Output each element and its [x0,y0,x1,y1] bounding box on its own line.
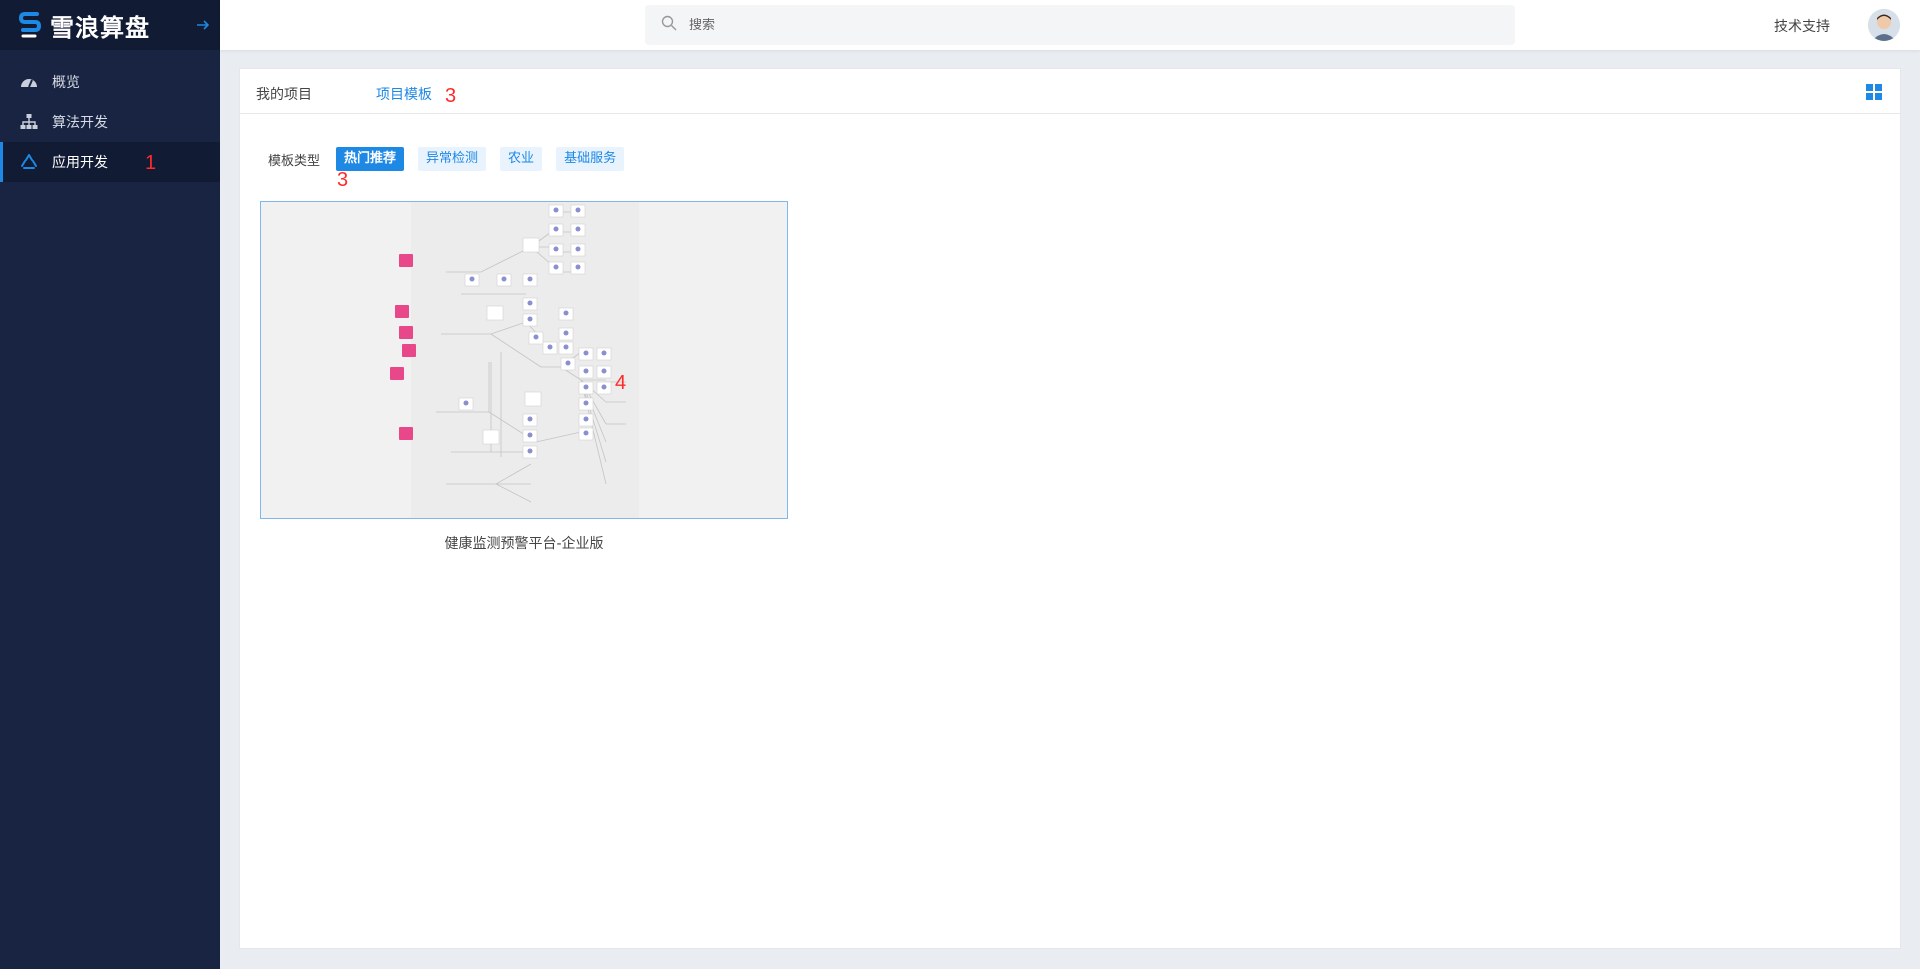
annotation-marker: 3 [445,85,457,107]
template-thumbnail[interactable]: 4 [260,201,788,519]
template-type-filters: 模板类型 热门推荐 异常检测 农业 基础服务 [268,147,638,171]
logo-text: 雪浪算盘 [50,13,150,42]
template-card[interactable]: 4 健康监测预警平台-企业版 [260,201,788,553]
tab-bar: 我的项目 项目模板 3 [240,69,1900,114]
workflow-diagram-image [390,202,639,518]
top-header: 技术支持 [220,0,1920,50]
filter-chip-anomaly[interactable]: 异常检测 [418,147,487,171]
dashboard-icon [20,73,38,91]
sidebar-item-overview[interactable]: 概览 [0,62,220,102]
search-input[interactable] [689,17,1469,33]
main-panel: 我的项目 项目模板 3 模板类型 热门推荐 异常检测 农业 基础服务 3 4 健… [239,68,1901,949]
collapse-arrow-icon[interactable] [194,16,212,34]
sidebar: 雪浪算盘 概览 算法开发 应用开发 1 [0,0,220,969]
tech-support-link[interactable]: 技术支持 [1774,16,1830,36]
recycle-icon [20,153,38,171]
template-title[interactable]: 健康监测预警平台-企业版 [260,533,788,553]
tab-project-templates[interactable]: 项目模板 [376,84,432,104]
grid-view-icon[interactable] [1866,84,1882,100]
org-chart-icon [20,113,38,131]
filter-label: 模板类型 [268,153,321,169]
sidebar-item-label: 应用开发 [52,155,108,171]
annotation-marker: 4 [615,372,627,394]
logo-icon [18,10,42,40]
sidebar-item-algorithm-dev[interactable]: 算法开发 [0,102,220,142]
filter-chip-hot[interactable]: 热门推荐 [336,147,405,171]
logo-bar: 雪浪算盘 [0,0,220,50]
annotation-marker: 3 [337,169,349,191]
search-bar[interactable] [645,5,1515,45]
filter-chip-basic-service[interactable]: 基础服务 [556,147,625,171]
filter-chip-agriculture[interactable]: 农业 [500,147,543,171]
search-icon [661,15,677,35]
tab-my-projects[interactable]: 我的项目 [256,84,312,104]
sidebar-item-label: 概览 [52,75,80,91]
sidebar-item-label: 算法开发 [52,115,108,131]
sidebar-item-app-dev[interactable]: 应用开发 1 [0,142,220,182]
annotation-marker: 1 [145,152,157,174]
sidebar-nav: 概览 算法开发 应用开发 1 [0,62,220,182]
avatar[interactable] [1868,9,1900,41]
